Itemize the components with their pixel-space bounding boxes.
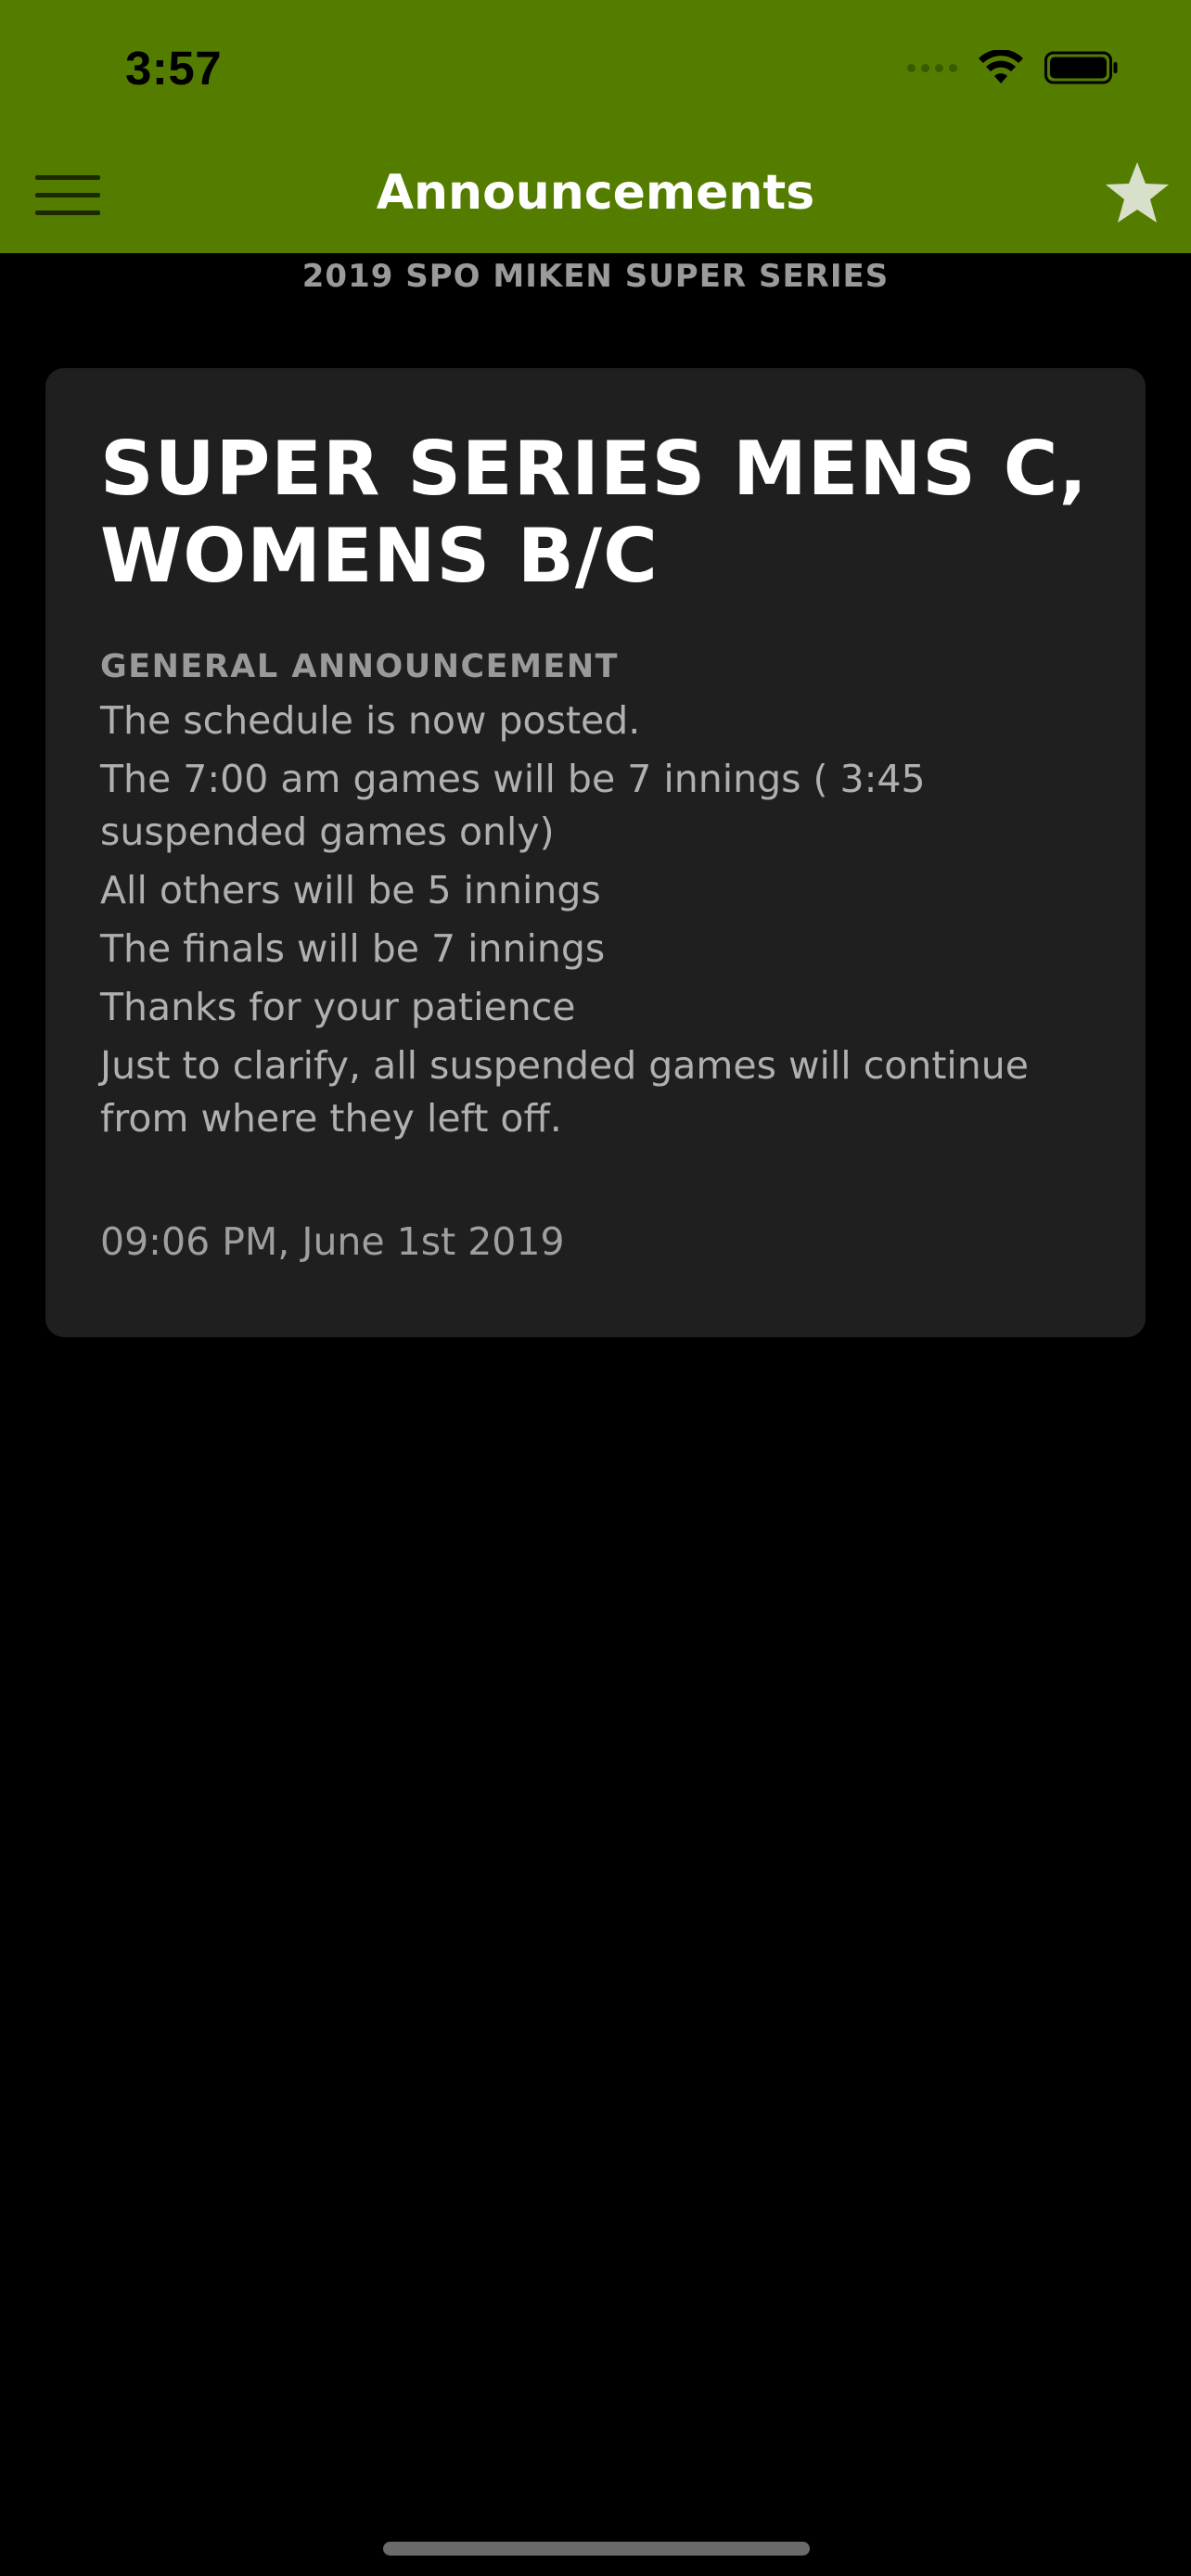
navigation-bar: Announcements [0, 148, 1191, 241]
announcement-body: The schedule is now posted. The 7:00 am … [100, 695, 1092, 1145]
announcement-line: The 7:00 am games will be 7 innings ( 3:… [100, 757, 926, 854]
wifi-icon [979, 50, 1023, 83]
announcement-line: The schedule is now posted. [100, 698, 641, 743]
event-name: 2019 SPO MIKEN SUPER SERIES [301, 258, 890, 295]
announcement-title: SUPER SERIES MENS C, WOMENS B/C [100, 426, 1088, 599]
status-icons [907, 46, 1119, 89]
cellular-signal-icon [907, 63, 957, 72]
announcement-line: Thanks for your patience [100, 985, 576, 1029]
status-time: 3:57 [125, 42, 223, 95]
announcement-category: GENERAL ANNOUNCEMENT [100, 648, 619, 685]
home-indicator[interactable] [383, 2542, 810, 2556]
battery-icon [1044, 51, 1118, 84]
app-header: 3:57 Announcements [0, 0, 1191, 253]
page-title: Announcements [376, 165, 815, 221]
announcement-date: 09:06 PM, June 1st 2019 [100, 1219, 565, 1264]
star-icon[interactable] [1102, 158, 1172, 228]
announcement-card: SUPER SERIES MENS C, WOMENS B/C GENERAL … [45, 368, 1146, 1337]
announcement-line: All others will be 5 innings [100, 868, 601, 912]
announcement-line: Just to clarify, all suspended games wil… [100, 1043, 1029, 1141]
announcement-line: The finals will be 7 innings [100, 926, 606, 971]
